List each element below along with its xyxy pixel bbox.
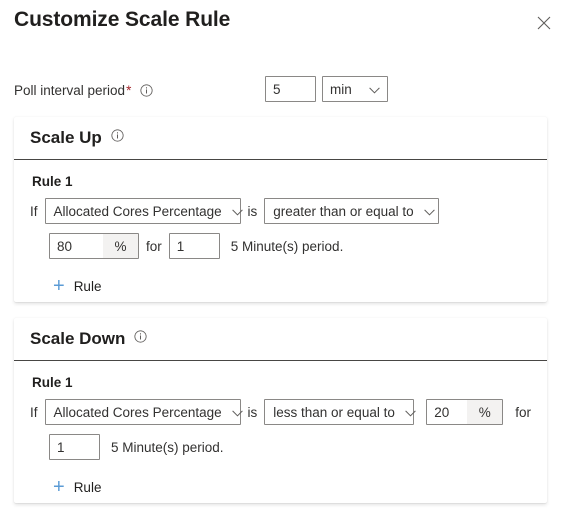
scale-up-card-header: Scale Up [14, 117, 547, 160]
scale-up-period-text: 5 Minute(s) period. [230, 238, 344, 254]
scale-up-metric-value: Allocated Cores Percentage [53, 203, 222, 219]
scale-down-add-rule-label: Rule [73, 479, 102, 495]
chevron-down-icon [405, 405, 416, 420]
scale-up-metric-select[interactable]: Allocated Cores Percentage [44, 198, 243, 224]
poll-interval-label: Poll interval period* [14, 83, 153, 100]
if-label: If [30, 404, 38, 420]
chevron-down-icon [369, 82, 380, 97]
close-button[interactable] [531, 10, 557, 36]
scale-down-title: Scale Down [30, 329, 126, 348]
info-icon[interactable] [134, 330, 148, 348]
scale-down-metric-value: Allocated Cores Percentage [53, 404, 222, 420]
poll-interval-unit-select[interactable]: min [322, 76, 388, 102]
scale-up-condition-row: If Allocated Cores Percentage is greater… [30, 198, 531, 224]
scale-down-card: Scale Down Rule 1 If Allocated Cores Per… [14, 318, 547, 503]
close-icon [537, 16, 551, 30]
page-title: Customize Scale Rule [14, 8, 231, 31]
percent-suffix: % [467, 400, 503, 424]
chevron-down-icon [423, 204, 435, 219]
scale-down-operator-select[interactable]: less than or equal to [264, 399, 416, 425]
plus-icon: + [53, 476, 65, 498]
scale-down-threshold-field[interactable]: % [426, 399, 504, 425]
poll-interval-label-text: Poll interval period [14, 83, 126, 98]
poll-interval-row: Poll interval period* min [0, 74, 570, 114]
scale-up-operator-value: greater than or equal to [273, 203, 414, 219]
scale-down-card-header: Scale Down [14, 318, 547, 361]
chevron-down-icon [231, 204, 243, 219]
scale-down-duration-row: 5 Minute(s) period. [49, 434, 531, 460]
scale-up-duration-input[interactable] [168, 233, 220, 259]
required-marker: * [126, 83, 132, 98]
scale-up-threshold-row: % for 5 Minute(s) period. [49, 233, 531, 259]
if-label: If [30, 203, 38, 219]
info-icon[interactable] [140, 84, 153, 100]
scale-down-add-rule-button[interactable]: + Rule [51, 473, 103, 501]
scale-down-condition-row: If Allocated Cores Percentage is less th… [30, 399, 531, 425]
is-label: is [247, 203, 258, 219]
scale-up-threshold-input[interactable] [50, 234, 103, 258]
scale-up-card-body: Rule 1 If Allocated Cores Percentage is … [14, 160, 547, 300]
for-label: for [146, 238, 162, 254]
scale-up-add-rule-button[interactable]: + Rule [51, 272, 103, 300]
scale-up-operator-select[interactable]: greater than or equal to [264, 198, 440, 224]
chevron-down-icon [231, 405, 243, 420]
scale-up-title: Scale Up [30, 128, 102, 147]
percent-suffix: % [103, 234, 138, 258]
poll-interval-unit-value: min [330, 81, 352, 97]
scale-down-card-body: Rule 1 If Allocated Cores Percentage is … [14, 361, 547, 501]
scale-up-threshold-field[interactable]: % [49, 233, 139, 259]
plus-icon: + [53, 275, 65, 297]
scale-down-period-text: 5 Minute(s) period. [111, 439, 224, 455]
scale-down-threshold-input[interactable] [427, 400, 468, 424]
scale-down-operator-value: less than or equal to [273, 404, 395, 420]
scale-down-metric-select[interactable]: Allocated Cores Percentage [44, 399, 243, 425]
for-label: for [515, 404, 531, 420]
is-label: is [247, 404, 258, 420]
panel-header: Customize Scale Rule [0, 0, 570, 52]
scale-down-rule-label: Rule 1 [32, 375, 73, 390]
scale-down-duration-input[interactable] [49, 434, 100, 460]
scale-up-card: Scale Up Rule 1 If Allocated Cores Perce… [14, 117, 547, 302]
scale-up-rule-label: Rule 1 [32, 174, 73, 189]
poll-interval-input[interactable] [265, 76, 316, 102]
scale-up-add-rule-label: Rule [73, 278, 102, 294]
info-icon[interactable] [111, 129, 124, 147]
